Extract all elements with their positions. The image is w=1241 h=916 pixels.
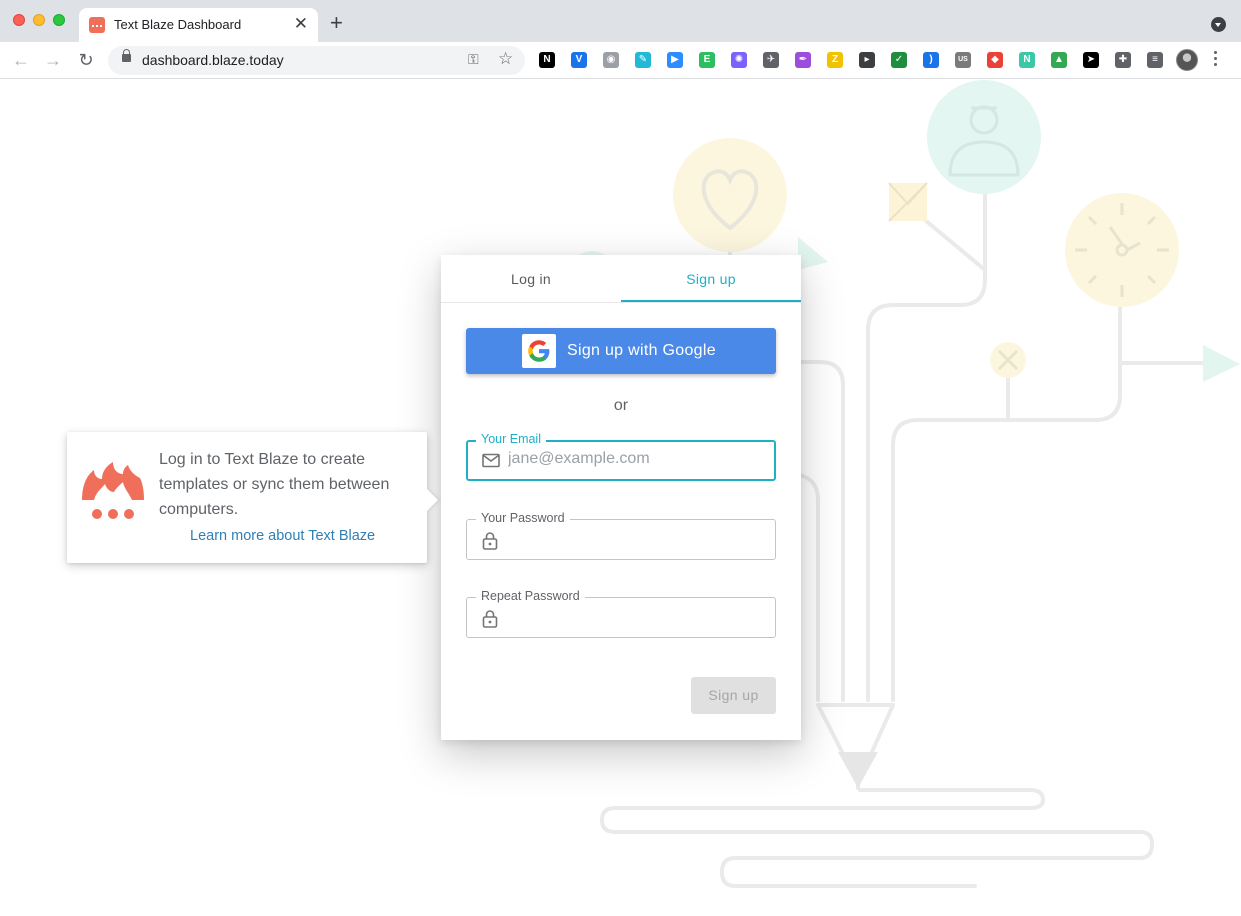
shield-extension-icon[interactable]: ◆ [987,52,1003,68]
signal-extension-icon[interactable]: ) [923,52,939,68]
email-field[interactable]: Your Email [466,432,776,481]
browser-tab[interactable]: Text Blaze Dashboard ✕ [79,8,318,42]
password-input[interactable] [508,529,763,547]
email-input[interactable] [508,450,763,468]
mail-icon [482,453,500,473]
camera-extension-icon[interactable]: ◉ [603,52,619,68]
repeat-password-field-label: Repeat Password [476,589,585,603]
profile-avatar[interactable] [1176,49,1198,71]
signup-card: Log in Sign up Sign up with Google or Yo… [441,255,801,740]
evernote-extension-icon[interactable]: E [699,52,715,68]
repeat-password-field[interactable]: Repeat Password [466,589,776,638]
media-extension-icon[interactable]: ▸ [859,52,875,68]
back-button[interactable]: ← [10,49,32,71]
window-minimize-button[interactable] [33,14,45,26]
zoom-extension-icon[interactable]: ▶ [667,52,683,68]
google-signup-button[interactable]: Sign up with Google [466,328,776,374]
browser-menu-icon[interactable] [1213,51,1217,69]
tab-login[interactable]: Log in [441,255,621,303]
key-icon[interactable]: ⚿ [468,51,479,68]
check-extension-icon[interactable]: ✓ [891,52,907,68]
text-blaze-favicon-icon [89,17,105,33]
media-list-extension-icon[interactable]: ≡ [1147,52,1163,68]
n-extension-icon[interactable]: N [1019,52,1035,68]
window-close-button[interactable] [13,14,25,26]
password-field[interactable]: Your Password [466,511,776,560]
info-callout: Log in to Text Blaze to create templates… [67,432,427,563]
tab-signup[interactable]: Sign up [621,255,801,303]
forward-button[interactable]: → [42,49,64,71]
bird-extension-icon[interactable]: ✈ [763,52,779,68]
info-text: Log in to Text Blaze to create templates… [159,451,390,518]
tab-close-icon[interactable]: ✕ [294,14,308,34]
repeat-password-input[interactable] [508,607,763,625]
drive-extension-icon[interactable]: ▲ [1051,52,1067,68]
learn-more-link[interactable]: Learn more about Text Blaze [190,528,375,544]
signup-submit-button[interactable]: Sign up [691,677,776,714]
email-field-label: Your Email [476,432,546,446]
active-tab-indicator [621,300,801,302]
bookmark-star-icon[interactable]: ☆ [498,49,513,69]
text-blaze-logo-icon [80,462,146,527]
flower-extension-icon[interactable]: ✺ [731,52,747,68]
puzzle-extension-icon[interactable]: ✚ [1115,52,1131,68]
or-separator: or [613,397,629,414]
feather-extension-icon[interactable]: ✒ [795,52,811,68]
browser-tabstrip: Text Blaze Dashboard ✕ + [0,0,1241,42]
us-extension-icon[interactable]: US [955,52,971,68]
notion-extension-icon[interactable]: N [539,52,555,68]
window-maximize-button[interactable] [53,14,65,26]
vimeo-extension-icon[interactable]: V [571,52,587,68]
google-logo-icon [522,334,556,368]
browser-toolbar: ← → ↻ dashboard.blaze.today ⚿ ☆ N V ◉ ✎ ▶ E ✺ ✈… [0,42,1241,79]
tab-search-icon[interactable] [1211,17,1226,32]
tab-title: Text Blaze Dashboard [114,17,242,32]
z-extension-icon[interactable]: Z [827,52,843,68]
pen-extension-icon[interactable]: ✎ [635,52,651,68]
google-signup-label: Sign up with Google [567,342,716,359]
page-content: Log in Sign up Sign up with Google or Yo… [0,80,1241,916]
password-field-label: Your Password [476,511,570,525]
send-extension-icon[interactable]: ➤ [1083,52,1099,68]
lock-icon [482,532,498,555]
url-text[interactable]: dashboard.blaze.today [142,52,284,68]
reload-button[interactable]: ↻ [75,49,97,71]
lock-icon[interactable] [122,49,131,62]
auth-tabs: Log in Sign up [441,255,801,303]
lock-icon [482,610,498,633]
new-tab-button[interactable]: + [330,12,343,34]
address-bar[interactable]: dashboard.blaze.today ⚿ ☆ [108,46,525,75]
